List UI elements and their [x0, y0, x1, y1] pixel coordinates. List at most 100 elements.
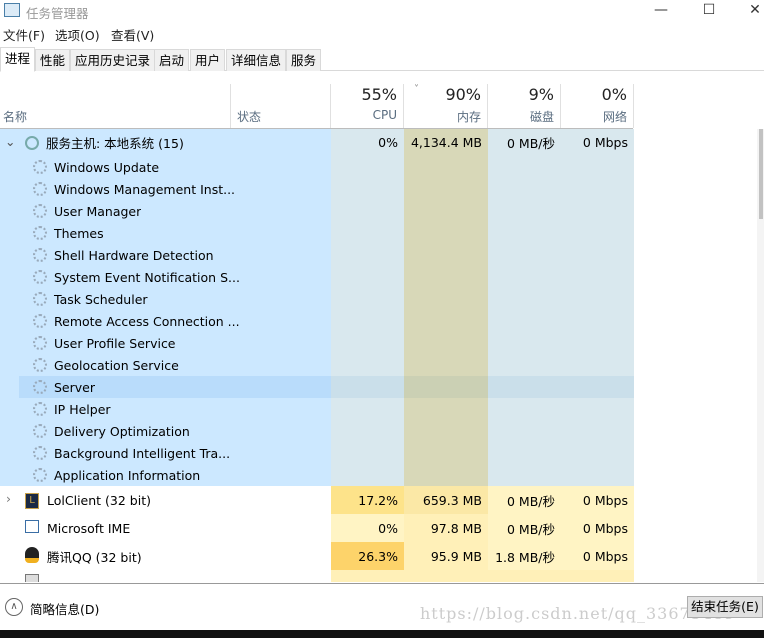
service-memory	[404, 420, 488, 442]
minimize-button[interactable]: —	[638, 0, 684, 22]
process-memory: 97.8 MB	[404, 514, 488, 542]
service-row[interactable]: User Manager	[0, 200, 634, 222]
service-memory	[404, 200, 488, 222]
tab-services[interactable]: 服务	[286, 49, 322, 71]
tab-startup[interactable]: 启动	[154, 49, 190, 71]
service-name: User Manager	[54, 203, 142, 219]
service-disk	[488, 376, 561, 398]
service-row[interactable]: Geolocation Service	[0, 354, 634, 376]
memory-total: 90%	[445, 85, 481, 104]
service-row[interactable]: Windows Update	[0, 156, 634, 178]
qq-icon	[25, 546, 47, 566]
service-row[interactable]: Remote Access Connection ...	[0, 310, 634, 332]
column-status-label: 状态	[237, 110, 262, 124]
service-name: System Event Notification S...	[54, 269, 240, 285]
process-row[interactable]: 腾讯QQ (32 bit) 26.3% 95.9 MB 1.8 MB/秒 0 M…	[0, 542, 634, 570]
memory-label: 内存	[456, 110, 481, 124]
process-row[interactable]: › L LolClient (32 bit) 17.2% 659.3 MB 0 M…	[0, 486, 634, 514]
column-disk[interactable]: 9% 磁盘	[488, 84, 561, 128]
lol-icon: L	[25, 491, 47, 509]
service-disk	[488, 354, 561, 376]
footer: ∧ 简略信息(D) https://blog.csdn.net/qq_33675…	[0, 583, 764, 630]
service-cpu	[331, 442, 404, 464]
service-disk	[488, 156, 561, 178]
service-cpu	[331, 332, 404, 354]
service-row[interactable]: Background Intelligent Tra...	[0, 442, 634, 464]
scrollbar-thumb[interactable]	[759, 129, 763, 219]
close-button[interactable]: ✕	[732, 0, 764, 22]
service-row[interactable]: Shell Hardware Detection	[0, 244, 634, 266]
service-cpu	[331, 244, 404, 266]
column-cpu[interactable]: 55% CPU	[331, 84, 404, 128]
service-row[interactable]: System Event Notification S...	[0, 266, 634, 288]
service-cpu	[331, 310, 404, 332]
service-cpu	[331, 288, 404, 310]
maximize-button[interactable]: ☐	[686, 0, 732, 22]
process-disk: 0 MB/秒	[488, 514, 561, 542]
menu-file[interactable]: 文件(F)	[3, 25, 45, 44]
tab-users[interactable]: 用户	[190, 49, 226, 71]
service-name: IP Helper	[54, 401, 111, 417]
process-name: 腾讯QQ (32 bit)	[47, 549, 142, 565]
service-gear-icon	[33, 204, 47, 218]
service-gear-icon	[33, 336, 47, 350]
menu-options[interactable]: 选项(O)	[55, 25, 100, 44]
service-network	[561, 310, 634, 332]
column-network[interactable]: 0% 网络	[561, 84, 634, 128]
service-disk	[488, 332, 561, 354]
end-task-button[interactable]: 结束任务(E)	[687, 596, 763, 618]
service-gear-icon	[33, 160, 47, 174]
process-memory: 659.3 MB	[404, 486, 488, 514]
process-table: ⌄ 服务主机: 本地系统 (15) 0% 4,134.4 MB 0 MB/秒 0…	[0, 129, 757, 582]
chevron-up-icon[interactable]: ∧	[5, 598, 23, 616]
service-cpu	[331, 398, 404, 420]
process-disk: 1.8 MB/秒	[488, 542, 561, 570]
service-memory	[404, 398, 488, 420]
fewer-details-link[interactable]: 简略信息(D)	[30, 599, 99, 618]
service-host-icon	[25, 135, 39, 150]
tab-details[interactable]: 详细信息	[226, 49, 287, 71]
process-name: LolClient (32 bit)	[47, 492, 151, 508]
service-row[interactable]: Windows Management Inst...	[0, 178, 634, 200]
chevron-right-icon[interactable]: ›	[6, 491, 11, 506]
service-network	[561, 442, 634, 464]
service-memory	[404, 178, 488, 200]
service-row[interactable]: Task Scheduler	[0, 288, 634, 310]
process-cpu: 17.2%	[331, 486, 404, 514]
service-gear-icon	[33, 314, 47, 328]
service-disk	[488, 464, 561, 486]
menu-view[interactable]: 查看(V)	[111, 25, 154, 44]
group-row[interactable]: ⌄ 服务主机: 本地系统 (15) 0% 4,134.4 MB 0 MB/秒 0…	[0, 129, 634, 156]
tab-processes[interactable]: 进程	[0, 47, 36, 72]
column-memory[interactable]: ˅ 90% 内存	[404, 84, 488, 128]
column-status[interactable]: 状态	[231, 84, 331, 128]
service-disk	[488, 442, 561, 464]
tab-performance[interactable]: 性能	[35, 49, 71, 71]
vertical-scrollbar[interactable]	[757, 129, 764, 582]
service-row[interactable]: Application Information	[0, 464, 634, 486]
service-gear-icon	[33, 402, 47, 416]
column-name[interactable]: 名称	[0, 84, 231, 128]
group-name: 服务主机: 本地系统 (15)	[46, 136, 184, 151]
service-row[interactable]: User Profile Service	[0, 332, 634, 354]
tab-app-history[interactable]: 应用历史记录	[70, 49, 156, 71]
service-row[interactable]: Themes	[0, 222, 634, 244]
process-row[interactable]: Microsoft IME 0% 97.8 MB 0 MB/秒 0 Mbps	[0, 514, 634, 542]
service-network	[561, 332, 634, 354]
process-row-clipped[interactable]	[0, 570, 634, 582]
service-name: Themes	[54, 225, 104, 241]
service-gear-icon	[33, 226, 47, 240]
cpu-label: CPU	[372, 108, 397, 122]
chevron-down-icon[interactable]: ⌄	[5, 134, 15, 149]
service-row[interactable]: Server	[0, 376, 634, 398]
service-network	[561, 354, 634, 376]
taskbar-edge	[0, 630, 764, 638]
service-row[interactable]: IP Helper	[0, 398, 634, 420]
service-row[interactable]: Delivery Optimization	[0, 420, 634, 442]
column-name-label: 名称	[3, 110, 28, 124]
service-disk	[488, 398, 561, 420]
service-disk	[488, 420, 561, 442]
service-network	[561, 178, 634, 200]
network-label: 网络	[602, 110, 627, 124]
service-network	[561, 244, 634, 266]
